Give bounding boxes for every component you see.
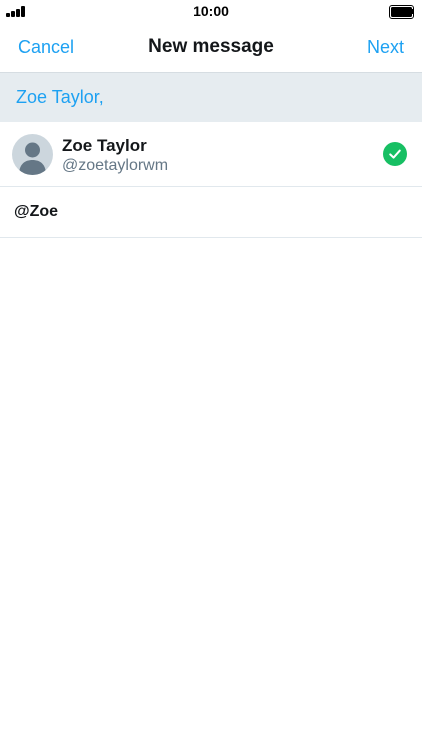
page-title: New message (148, 36, 274, 57)
default-avatar-icon (12, 134, 53, 175)
navigation-bar: Cancel New message Next (0, 22, 422, 72)
user-result-row[interactable]: Zoe Taylor @zoetaylorwm (0, 122, 422, 187)
next-button[interactable]: Next (367, 37, 404, 58)
status-bar: 10:00 (0, 0, 422, 22)
battery-full-icon (389, 5, 414, 19)
recipient-token[interactable]: Zoe Taylor, (16, 87, 104, 108)
recipient-input[interactable]: Zoe Taylor, (0, 72, 422, 122)
user-name: Zoe Taylor (62, 136, 147, 155)
status-time: 10:00 (193, 3, 229, 19)
check-circle-icon (383, 142, 407, 166)
new-message-screen: 10:00 Cancel New message Next Zoe Taylor… (0, 0, 422, 750)
search-query-text: @Zoe (14, 203, 59, 220)
user-handle: @zoetaylorwm (62, 157, 169, 174)
search-query-row[interactable]: @Zoe (0, 187, 422, 238)
